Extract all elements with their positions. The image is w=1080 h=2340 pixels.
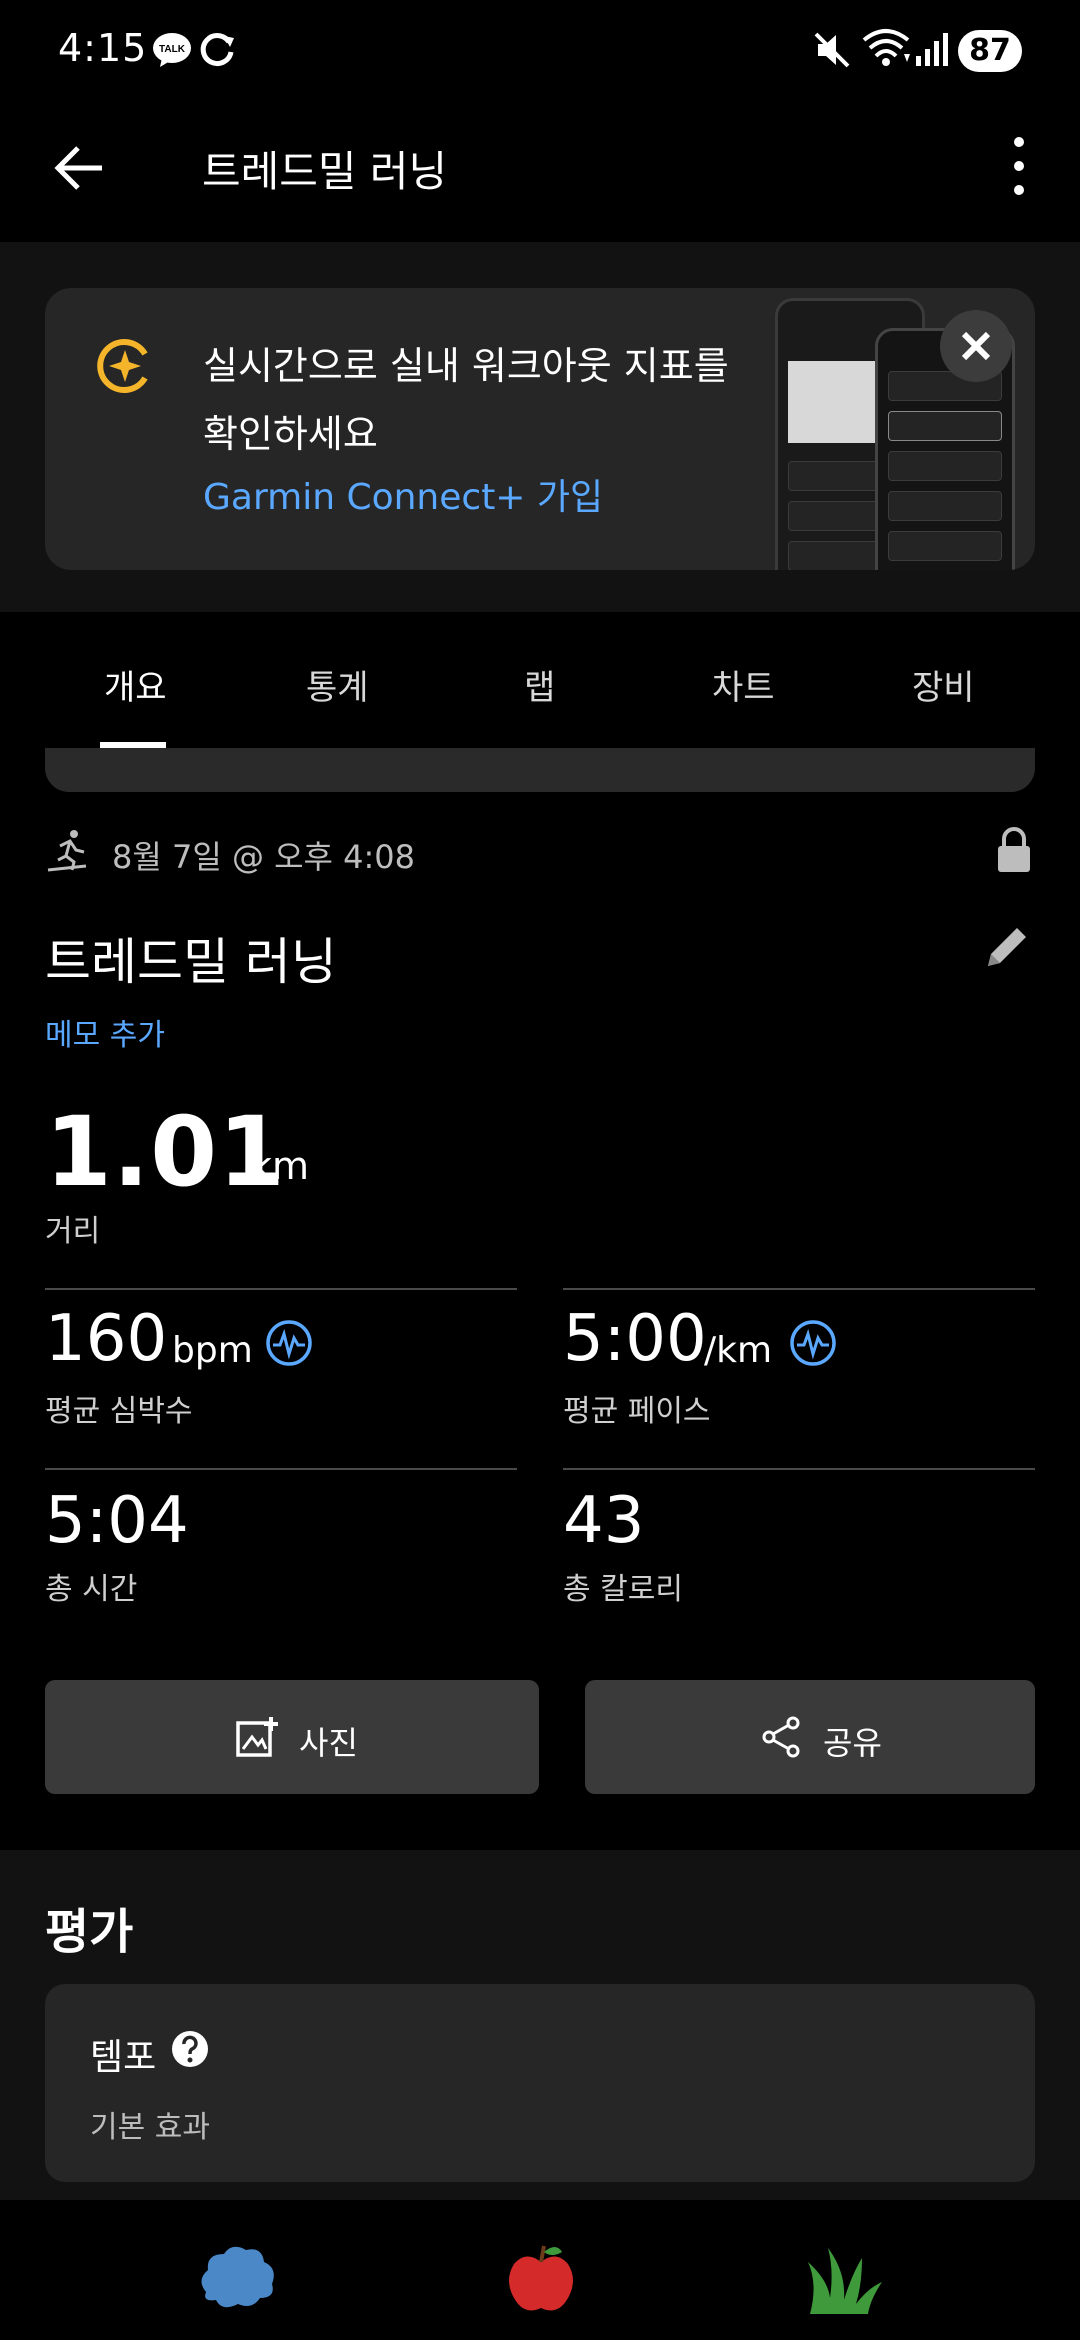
activity-date: 8월 7일 @ 오후 4:08: [112, 838, 416, 876]
share-icon: [762, 1716, 800, 1758]
app-bar: 트레드밀 러닝: [0, 100, 1080, 242]
divider: [563, 1468, 1035, 1470]
total-time-label: 총 시간: [45, 1572, 138, 1607]
divider: [45, 1468, 517, 1470]
treadmill-run-icon: [47, 830, 87, 872]
tempo-card[interactable]: 템포 기본 효과: [45, 1984, 1035, 2182]
tab-stats[interactable]: 통계: [306, 660, 369, 709]
promo-text: 실시간으로 실내 워크아웃 지표를 확인하세요: [203, 344, 729, 456]
add-photo-label: 사진: [299, 1724, 358, 1762]
add-memo-link[interactable]: 메모 추가: [45, 1010, 165, 1054]
add-photo-icon: [236, 1717, 278, 1757]
heart-rate-unit: bpm: [172, 1330, 253, 1371]
pace-info-icon[interactable]: [788, 1318, 838, 1368]
avg-pace-value: 5:00: [563, 1302, 707, 1376]
svg-text:TALK: TALK: [159, 44, 186, 55]
share-button[interactable]: 공유: [585, 1680, 1035, 1794]
tab-gear[interactable]: 장비: [912, 660, 975, 709]
cloud-icon[interactable]: [192, 2240, 282, 2320]
lock-icon[interactable]: [994, 826, 1034, 874]
status-bar: 4:15 TALK 87: [0, 0, 1080, 100]
edit-pencil-icon[interactable]: [982, 922, 1032, 972]
avg-pace-label: 평균 페이스: [563, 1394, 711, 1429]
tab-laps[interactable]: 랩: [524, 660, 555, 709]
more-options-icon[interactable]: [1000, 134, 1038, 198]
total-calories-value: 43: [563, 1484, 645, 1558]
connect-plus-icon: [97, 339, 148, 393]
tab-bar: 개요 통계 랩 차트 장비: [0, 612, 1080, 748]
share-label: 공유: [823, 1724, 882, 1762]
close-promo-button[interactable]: [940, 310, 1012, 382]
pace-unit: /km: [704, 1330, 773, 1371]
signal-icon: [916, 33, 948, 66]
help-icon[interactable]: [171, 2030, 209, 2068]
wifi-icon: [862, 29, 910, 66]
kakaotalk-icon: TALK: [153, 33, 191, 67]
divider: [563, 1288, 1035, 1290]
connect-plus-promo-card[interactable]: 실시간으로 실내 워크아웃 지표를 확인하세요 Garmin Connect+ …: [45, 288, 1035, 570]
distance-label: 거리: [45, 1214, 101, 1249]
rating-section: 평가 템포 기본 효과: [0, 1850, 1080, 2200]
close-icon: [961, 331, 991, 361]
tab-charts[interactable]: 차트: [712, 660, 775, 709]
heart-rate-info-icon[interactable]: [264, 1318, 314, 1368]
promo-section: 실시간으로 실내 워크아웃 지표를 확인하세요 Garmin Connect+ …: [0, 242, 1080, 612]
divider: [45, 1288, 517, 1290]
tempo-subtitle: 기본 효과: [90, 2110, 210, 2145]
avg-heart-rate-value: 160: [45, 1302, 168, 1376]
add-photo-button[interactable]: 사진: [45, 1680, 539, 1794]
total-time-value: 5:04: [45, 1484, 189, 1558]
grass-icon[interactable]: [800, 2240, 890, 2320]
connect-plus-signup-link[interactable]: Garmin Connect+ 가입: [203, 468, 603, 520]
page-title: 트레드밀 러닝: [202, 147, 448, 196]
sync-icon: [200, 33, 234, 67]
total-calories-label: 총 칼로리: [563, 1572, 683, 1607]
apple-icon[interactable]: [496, 2240, 586, 2320]
tempo-label: 템포: [90, 2037, 157, 2078]
rating-title: 평가: [45, 1904, 134, 1960]
map-strip: [45, 748, 1035, 792]
status-time: 4:15: [58, 26, 148, 70]
activity-name: 트레드밀 러닝: [45, 933, 337, 991]
distance-unit: km: [250, 1144, 310, 1188]
back-arrow-icon[interactable]: [52, 140, 108, 196]
battery-indicator: 87: [958, 30, 1022, 72]
bottom-dock: [0, 2200, 1080, 2340]
avg-heart-rate-label: 평균 심박수: [45, 1394, 193, 1429]
mute-icon: [814, 32, 850, 68]
tab-overview[interactable]: 개요: [104, 660, 167, 709]
